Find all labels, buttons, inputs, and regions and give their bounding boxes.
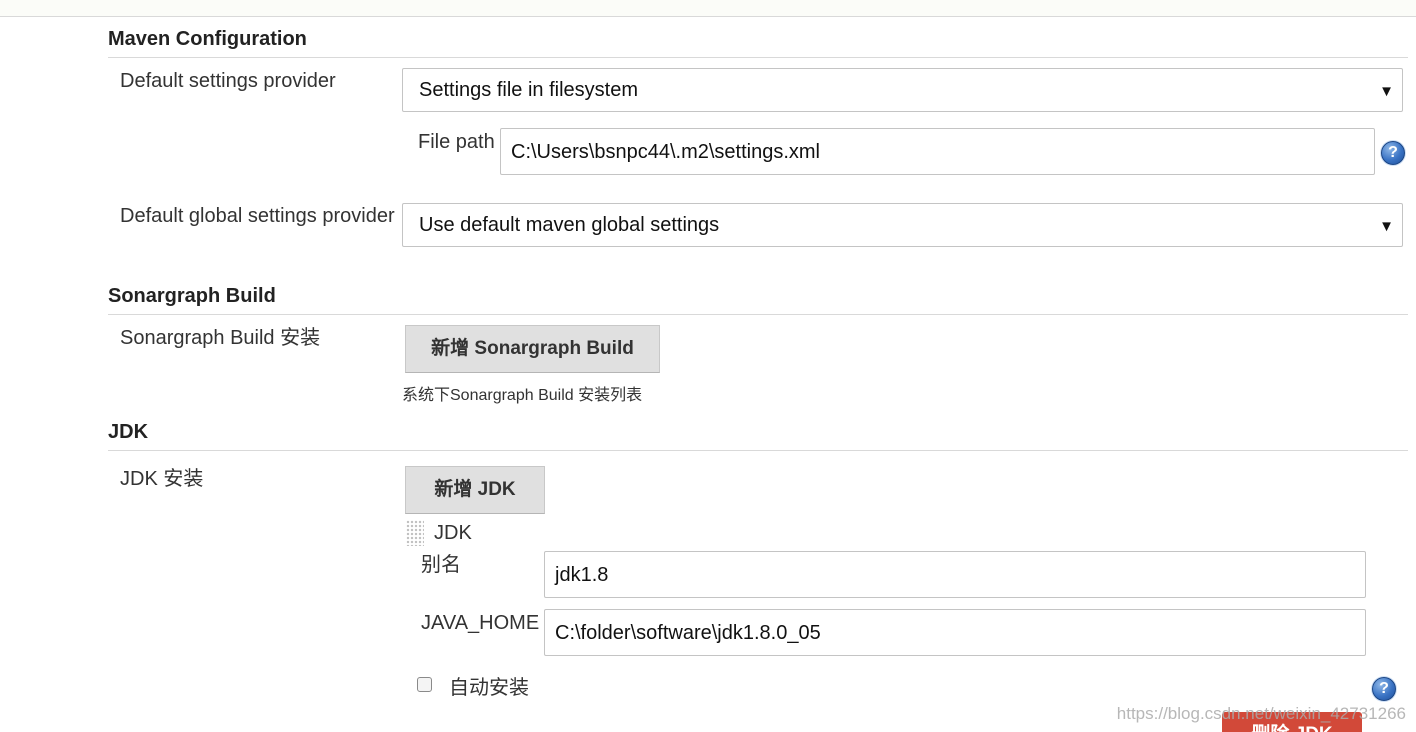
default-settings-provider-label: Default settings provider xyxy=(120,70,336,92)
default-settings-provider-value: Settings file in filesystem xyxy=(419,79,638,101)
default-global-settings-provider-label: Default global settings provider xyxy=(120,205,395,227)
drag-handle-icon[interactable] xyxy=(406,520,424,546)
jdk-alias-label: 别名 xyxy=(421,554,461,576)
default-global-settings-provider-select[interactable]: Use default maven global settings ▼ xyxy=(402,203,1403,247)
jdk-title: JDK xyxy=(108,421,149,443)
top-bar xyxy=(0,0,1416,17)
jenkins-global-tool-configuration: Maven Configuration Default settings pro… xyxy=(0,0,1416,732)
jdk-item-header: JDK xyxy=(434,522,472,544)
section-divider xyxy=(108,57,1408,58)
auto-install-label: 自动安装 xyxy=(449,677,529,699)
auto-install-checkbox[interactable] xyxy=(417,677,432,692)
watermark-text: https://blog.csdn.net/weixin_42731266 xyxy=(1116,704,1406,723)
default-global-settings-provider-value: Use default maven global settings xyxy=(419,214,720,236)
file-path-label: File path xyxy=(418,131,495,153)
default-settings-provider-select[interactable]: Settings file in filesystem ▼ xyxy=(402,68,1403,112)
java-home-input[interactable]: C:\folder\software\jdk1.8.0_05 xyxy=(544,609,1366,656)
sonargraph-build-title: Sonargraph Build xyxy=(108,285,276,307)
dropdown-arrow-icon: ▼ xyxy=(1379,218,1394,235)
jdk-alias-input[interactable]: jdk1.8 xyxy=(544,551,1366,598)
sonargraph-install-label: Sonargraph Build 安装 xyxy=(120,327,321,349)
help-icon[interactable]: ? xyxy=(1381,141,1405,165)
dropdown-arrow-icon: ▼ xyxy=(1379,83,1394,100)
add-jdk-button[interactable]: 新增 JDK xyxy=(405,466,545,514)
maven-configuration-title: Maven Configuration xyxy=(108,28,307,50)
jdk-install-label: JDK 安装 xyxy=(120,468,204,490)
java-home-label: JAVA_HOME xyxy=(421,612,540,634)
file-path-input[interactable]: C:\Users\bsnpc44\.m2\settings.xml xyxy=(500,128,1375,175)
section-divider xyxy=(108,314,1408,315)
section-divider xyxy=(108,450,1408,451)
help-icon[interactable]: ? xyxy=(1372,677,1396,701)
sonargraph-description: 系统下Sonargraph Build 安装列表 xyxy=(402,387,643,404)
add-sonargraph-build-button[interactable]: 新增 Sonargraph Build xyxy=(405,325,660,373)
